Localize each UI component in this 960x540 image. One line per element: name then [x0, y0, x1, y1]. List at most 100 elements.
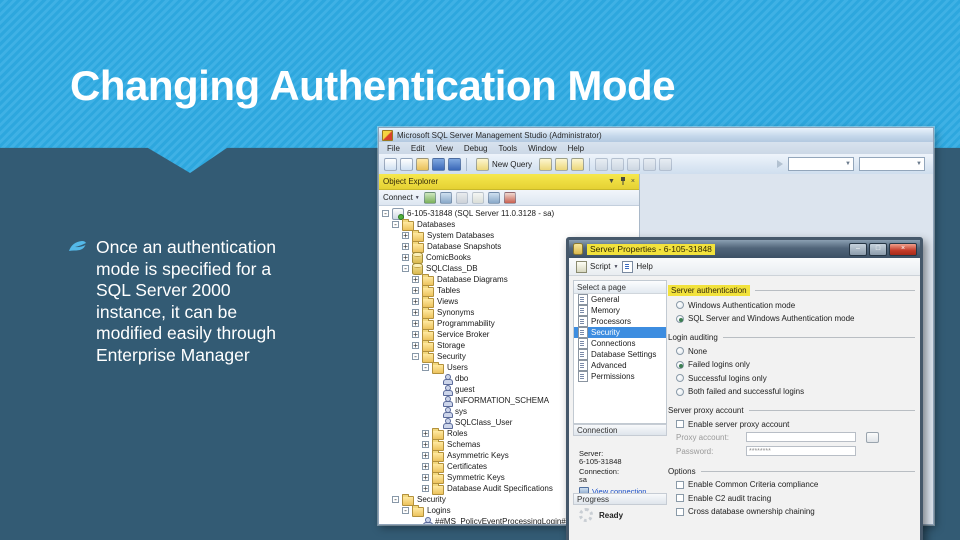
pin-icon[interactable] [620, 176, 626, 187]
page-item-advanced[interactable]: Advanced [574, 360, 666, 371]
page-item-database-settings[interactable]: Database Settings [574, 349, 666, 360]
expand-toggle-icon[interactable]: + [422, 430, 429, 438]
checkbox-cross-database-ownership-chaining[interactable]: Cross database ownership chaining [676, 507, 915, 516]
radio-successful-logins-only[interactable]: Successful logins only [676, 374, 915, 383]
menu-view[interactable]: View [436, 144, 453, 153]
page-item-memory[interactable]: Memory [574, 305, 666, 316]
paste-icon[interactable] [627, 157, 641, 171]
refresh-icon[interactable] [487, 191, 500, 204]
close-icon[interactable]: × [631, 178, 635, 185]
connection-panel: Server: 6-105-31848 Connection: sa View … [579, 450, 646, 497]
expand-toggle-icon[interactable]: + [402, 243, 409, 251]
expand-toggle-icon[interactable]: + [412, 287, 419, 295]
password-row: Password: ******** [676, 446, 915, 457]
save-icon[interactable] [432, 157, 445, 171]
new-item-icon[interactable] [384, 157, 397, 171]
page-item-processors[interactable]: Processors [574, 316, 666, 327]
mdx-query-icon[interactable] [571, 157, 585, 171]
expand-toggle-icon[interactable]: + [412, 320, 419, 328]
page-item-permissions[interactable]: Permissions [574, 371, 666, 382]
undo-icon[interactable] [643, 157, 657, 171]
expand-toggle-icon[interactable]: + [412, 298, 419, 306]
proxy-account-row: Proxy account: [676, 431, 915, 443]
page-item-general[interactable]: General [574, 294, 666, 305]
dialog-titlebar: Server Properties - 6-105-31848 – □ × [569, 240, 920, 258]
menu-debug[interactable]: Debug [464, 144, 488, 153]
menu-help[interactable]: Help [568, 144, 584, 153]
object-explorer-title: Object Explorer [383, 177, 439, 186]
menu-window[interactable]: Window [528, 144, 556, 153]
close-button[interactable]: × [889, 242, 917, 256]
expand-toggle-icon[interactable]: + [412, 309, 419, 317]
expand-toggle-icon[interactable]: - [402, 507, 409, 515]
redo-icon[interactable] [659, 157, 673, 171]
maximize-button[interactable]: □ [869, 242, 887, 256]
server-proxy-title: Server proxy account [668, 406, 744, 415]
page-item-connections[interactable]: Connections [574, 338, 666, 349]
slide-title: Changing Authentication Mode [70, 62, 676, 109]
expand-toggle-icon[interactable]: + [422, 441, 429, 449]
radio-failed-logins-only[interactable]: Failed logins only [676, 360, 915, 369]
toolbar-combobox-2[interactable]: ▼ [859, 157, 925, 171]
new-query-button[interactable]: New Query [472, 156, 536, 173]
disconnect-object-icon[interactable] [439, 191, 452, 204]
proxy-browse-button[interactable] [866, 431, 879, 443]
expand-toggle-icon[interactable]: + [422, 463, 429, 471]
cut-icon[interactable] [595, 157, 609, 171]
expand-toggle-icon[interactable]: + [422, 452, 429, 460]
radio-both-failed-and-successful-logins[interactable]: Both failed and successful logins [676, 387, 915, 396]
connect-object-icon[interactable] [423, 191, 436, 204]
help-button[interactable]: Help [622, 260, 653, 273]
add-item-icon[interactable] [400, 157, 413, 171]
expand-toggle-icon[interactable]: + [402, 232, 409, 240]
minimize-button[interactable]: – [849, 242, 867, 256]
expand-toggle-icon[interactable]: + [422, 485, 429, 493]
database-query-icon[interactable] [539, 157, 553, 171]
enable-proxy-checkbox-row[interactable]: Enable server proxy account [676, 420, 915, 429]
tree-item-databases[interactable]: - Databases [379, 218, 639, 231]
tree-item-6-105-31848-sql-server-11-0-3128-sa[interactable]: - 6-105-31848 (SQL Server 11.0.3128 - sa) [379, 207, 639, 220]
tree-item-label: Users [447, 363, 468, 372]
open-file-icon[interactable] [416, 157, 429, 171]
expand-toggle-icon[interactable]: + [422, 474, 429, 482]
radio-sql-server-and-windows-authentication-mo[interactable]: SQL Server and Windows Authentication mo… [676, 314, 915, 323]
expand-toggle-icon[interactable]: + [412, 331, 419, 339]
checkbox-enable-common-criteria-compliance[interactable]: Enable Common Criteria compliance [676, 480, 915, 489]
expand-toggle-icon[interactable]: - [412, 353, 419, 361]
expand-toggle-icon[interactable]: - [422, 364, 429, 372]
analysis-query-icon[interactable] [555, 157, 569, 171]
proxy-account-field[interactable] [746, 432, 856, 442]
expand-toggle-icon[interactable]: + [412, 276, 419, 284]
copy-icon[interactable] [611, 157, 625, 171]
radio-none[interactable]: None [676, 347, 915, 356]
tree-item-label: Database Diagrams [437, 275, 508, 284]
connect-button[interactable]: Connect ▼ [383, 193, 420, 202]
stop-icon[interactable] [455, 191, 468, 204]
menu-tools[interactable]: Tools [498, 144, 517, 153]
checkbox-enable-c2-audit-tracing[interactable]: Enable C2 audit tracing [676, 494, 915, 503]
expand-toggle-icon[interactable]: - [402, 265, 409, 273]
script-button[interactable]: Script ▼ [576, 260, 618, 273]
tree-item-label: Synonyms [437, 308, 475, 317]
tree-item-label: Programmability [437, 319, 495, 328]
reports-icon[interactable] [503, 191, 516, 204]
menu-edit[interactable]: Edit [411, 144, 425, 153]
menu-file[interactable]: File [387, 144, 400, 153]
page-item-security[interactable]: Security [574, 327, 666, 338]
password-field[interactable]: ******** [746, 446, 856, 456]
expand-toggle-icon[interactable]: - [392, 221, 399, 229]
expand-toggle-icon[interactable]: + [412, 342, 419, 350]
tree-item-label: Security [437, 352, 466, 361]
radio-label: None [688, 346, 708, 356]
toolbar-combobox-1[interactable]: ▼ [788, 157, 854, 171]
filter-icon[interactable] [471, 191, 484, 204]
expand-toggle-icon[interactable]: + [402, 254, 409, 262]
save-all-icon[interactable] [448, 157, 461, 171]
radio-windows-authentication-mode[interactable]: Windows Authentication mode [676, 301, 915, 310]
debug-play-icon[interactable] [777, 160, 783, 168]
chevron-down-icon[interactable]: ▼ [608, 178, 615, 185]
expand-toggle-icon[interactable]: - [392, 496, 399, 504]
expand-toggle-icon[interactable]: - [382, 210, 389, 218]
